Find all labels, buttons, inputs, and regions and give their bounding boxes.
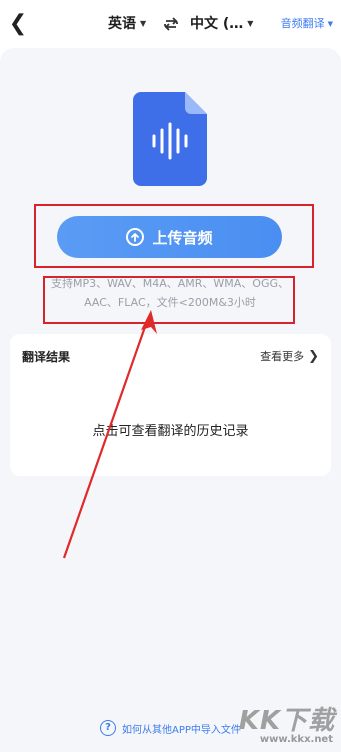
history-hint[interactable]: 点击可查看翻译的历史记录	[10, 420, 331, 439]
top-bar: ❮ 英语 ▼ 中文 (… ▼ 音频翻译 ▼	[0, 0, 341, 48]
mode-selector[interactable]: 音频翻译 ▼	[281, 16, 333, 32]
caret-down-icon: ▼	[247, 19, 254, 28]
upload-audio-button[interactable]: 上传音频	[57, 216, 282, 258]
view-more-label: 查看更多	[260, 350, 305, 363]
translation-results-card[interactable]: 翻译结果 查看更多 ❯ 点击可查看翻译的历史记录	[10, 334, 331, 476]
question-icon: ?	[100, 720, 116, 736]
audio-file-icon	[133, 92, 207, 186]
mode-label: 音频翻译	[280, 17, 325, 30]
watermark: KK下载 www.kkx.net	[225, 700, 335, 750]
import-help-label: 如何从其他APP中导入文件	[122, 724, 241, 736]
target-language-label: 中文 (…	[190, 16, 244, 32]
chevron-right-icon: ❯	[308, 349, 319, 364]
source-language-selector[interactable]: 英语 ▼	[108, 14, 146, 34]
target-language-selector[interactable]: 中文 (… ▼	[190, 14, 253, 34]
results-title: 翻译结果	[22, 350, 71, 364]
supported-formats-text: 支持MP3、WAV、M4A、AMR、WMA、OGG、AAC、FLAC，文件<20…	[50, 277, 289, 309]
watermark-logo: KK下载	[238, 706, 335, 736]
caret-down-icon: ▼	[327, 20, 333, 28]
import-help-link[interactable]: ? 如何从其他APP中导入文件	[100, 720, 241, 736]
caret-down-icon: ▼	[140, 19, 147, 28]
upload-arrow-icon	[126, 228, 145, 246]
watermark-url: www.kkx.net	[259, 734, 333, 745]
back-chevron-icon[interactable]: ❮	[6, 10, 30, 38]
swap-icon[interactable]	[163, 15, 179, 33]
view-more-link[interactable]: 查看更多 ❯	[260, 348, 319, 364]
upload-button-label: 上传音频	[152, 228, 213, 247]
source-language-label: 英语	[108, 16, 136, 32]
